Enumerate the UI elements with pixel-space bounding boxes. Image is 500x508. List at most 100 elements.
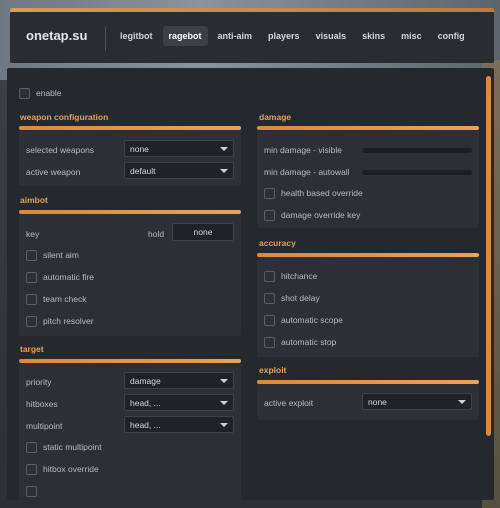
hitchance-label: hitchance (281, 271, 318, 281)
checkbox[interactable] (26, 485, 37, 497)
selected-weapons-value: none (130, 144, 149, 154)
checkbox[interactable] (264, 270, 275, 282)
tab-players[interactable]: players (262, 26, 306, 46)
target-title: target (20, 344, 44, 354)
chevron-down-icon (220, 169, 228, 173)
hitchance-toggle[interactable]: hitchance (264, 265, 317, 287)
enable-checkbox[interactable] (19, 87, 30, 99)
target-section: priority damage hitboxes head, ... multi… (19, 363, 241, 500)
accent-bar (10, 8, 494, 12)
menu-header: onetap.su legitbot ragebot anti-aim play… (10, 8, 494, 63)
automatic-scope-toggle[interactable]: automatic scope (264, 309, 343, 331)
min-damage-autowall-label: min damage - autowall (264, 167, 350, 177)
aimbot-title: aimbot (20, 195, 48, 205)
chevron-down-icon (220, 379, 228, 383)
health-based-override-toggle[interactable]: health based override (264, 182, 363, 204)
active-weapon-dropdown[interactable]: default (124, 162, 234, 179)
damage-title: damage (259, 112, 292, 122)
checkbox[interactable] (264, 314, 275, 326)
tab-visuals[interactable]: visuals (310, 26, 353, 46)
damage-section: min damage - visible min damage - autowa… (257, 130, 479, 228)
active-exploit-dropdown[interactable]: none (362, 393, 472, 410)
checkbox[interactable] (26, 441, 37, 453)
tab-anti-aim[interactable]: anti-aim (212, 26, 259, 46)
key-mode[interactable]: hold (148, 229, 164, 239)
pitch-resolver-label: pitch resolver (43, 316, 94, 326)
priority-dropdown[interactable]: damage (124, 372, 234, 389)
chevron-down-icon (220, 423, 228, 427)
shot-delay-label: shot delay (281, 293, 320, 303)
keybind-button[interactable]: none (172, 223, 234, 241)
chevron-down-icon (220, 401, 228, 405)
scrollbar-thumb[interactable] (486, 76, 491, 436)
automatic-stop-toggle[interactable]: automatic stop (264, 331, 336, 353)
active-exploit-value: none (368, 397, 387, 407)
checkbox[interactable] (26, 271, 37, 283)
min-damage-visible-slider[interactable] (362, 148, 472, 153)
weapon-configuration-title: weapon configuration (20, 112, 109, 122)
multipoint-label: multipoint (26, 421, 63, 431)
accuracy-title: accuracy (259, 238, 296, 248)
checkbox[interactable] (26, 315, 37, 327)
chevron-down-icon (458, 400, 466, 404)
exploit-section: active exploit none (257, 384, 479, 420)
exploit-title: exploit (259, 365, 287, 375)
static-multipoint-toggle[interactable]: static multipoint (26, 436, 102, 458)
checkbox[interactable] (26, 249, 37, 261)
scrollbar[interactable] (486, 76, 491, 496)
automatic-fire-label: automatic fire (43, 272, 95, 282)
key-label: key (26, 229, 40, 239)
hitbox-override-label: hitbox override (43, 464, 99, 474)
hitboxes-dropdown[interactable]: head, ... (124, 394, 234, 411)
tab-config[interactable]: config (432, 26, 471, 46)
static-multipoint-label: static multipoint (43, 442, 102, 452)
hitboxes-value: head, ... (130, 398, 161, 408)
damage-override-key-toggle[interactable]: damage override key (264, 204, 360, 226)
aimbot-section: key hold none silent aim automatic fire … (19, 214, 241, 336)
selected-weapons-label: selected weapons (26, 145, 95, 155)
checkbox[interactable] (26, 293, 37, 305)
brand-logo: onetap.su (26, 28, 88, 43)
checkbox[interactable] (264, 336, 275, 348)
weapon-configuration-section: selected weapons none active weapon defa… (19, 130, 241, 186)
checkbox[interactable] (26, 463, 37, 475)
priority-label: priority (26, 377, 52, 387)
tab-ragebot[interactable]: ragebot (162, 26, 208, 46)
accuracy-section: hitchance shot delay automatic scope aut… (257, 257, 479, 357)
active-weapon-label: active weapon (26, 167, 81, 177)
enable-toggle[interactable]: enable (19, 82, 62, 104)
health-based-override-label: health based override (281, 188, 363, 198)
tab-misc[interactable]: misc (395, 26, 428, 46)
hitbox-override-toggle[interactable]: hitbox override (26, 458, 99, 480)
enable-label: enable (36, 88, 62, 98)
checkbox[interactable] (264, 187, 275, 199)
chevron-down-icon (220, 147, 228, 151)
automatic-fire-toggle[interactable]: automatic fire (26, 266, 94, 288)
multipoint-value: head, ... (130, 420, 161, 430)
priority-value: damage (130, 376, 161, 386)
hitboxes-label: hitboxes (26, 399, 58, 409)
shot-delay-toggle[interactable]: shot delay (264, 287, 320, 309)
tab-bar: legitbot ragebot anti-aim players visual… (114, 26, 471, 46)
silent-aim-label: silent aim (43, 250, 79, 260)
active-exploit-label: active exploit (264, 398, 314, 408)
active-weapon-value: default (130, 166, 156, 176)
header-divider (105, 27, 106, 51)
min-damage-visible-label: min damage - visible (264, 145, 342, 155)
tab-legitbot[interactable]: legitbot (114, 26, 159, 46)
multipoint-dropdown[interactable]: head, ... (124, 416, 234, 433)
damage-override-key-label: damage override key (281, 210, 361, 220)
checkbox[interactable] (264, 292, 275, 304)
selected-weapons-dropdown[interactable]: none (124, 140, 234, 157)
checkbox[interactable] (264, 209, 275, 221)
tab-skins[interactable]: skins (356, 26, 391, 46)
ragebot-panel: enable weapon configuration selected wea… (7, 68, 494, 500)
partial-option-row[interactable] (26, 480, 37, 500)
team-check-toggle[interactable]: team check (26, 288, 86, 310)
min-damage-autowall-slider[interactable] (362, 170, 472, 175)
team-check-label: team check (43, 294, 87, 304)
silent-aim-toggle[interactable]: silent aim (26, 244, 79, 266)
automatic-stop-label: automatic stop (281, 337, 337, 347)
pitch-resolver-toggle[interactable]: pitch resolver (26, 310, 94, 332)
automatic-scope-label: automatic scope (281, 315, 343, 325)
